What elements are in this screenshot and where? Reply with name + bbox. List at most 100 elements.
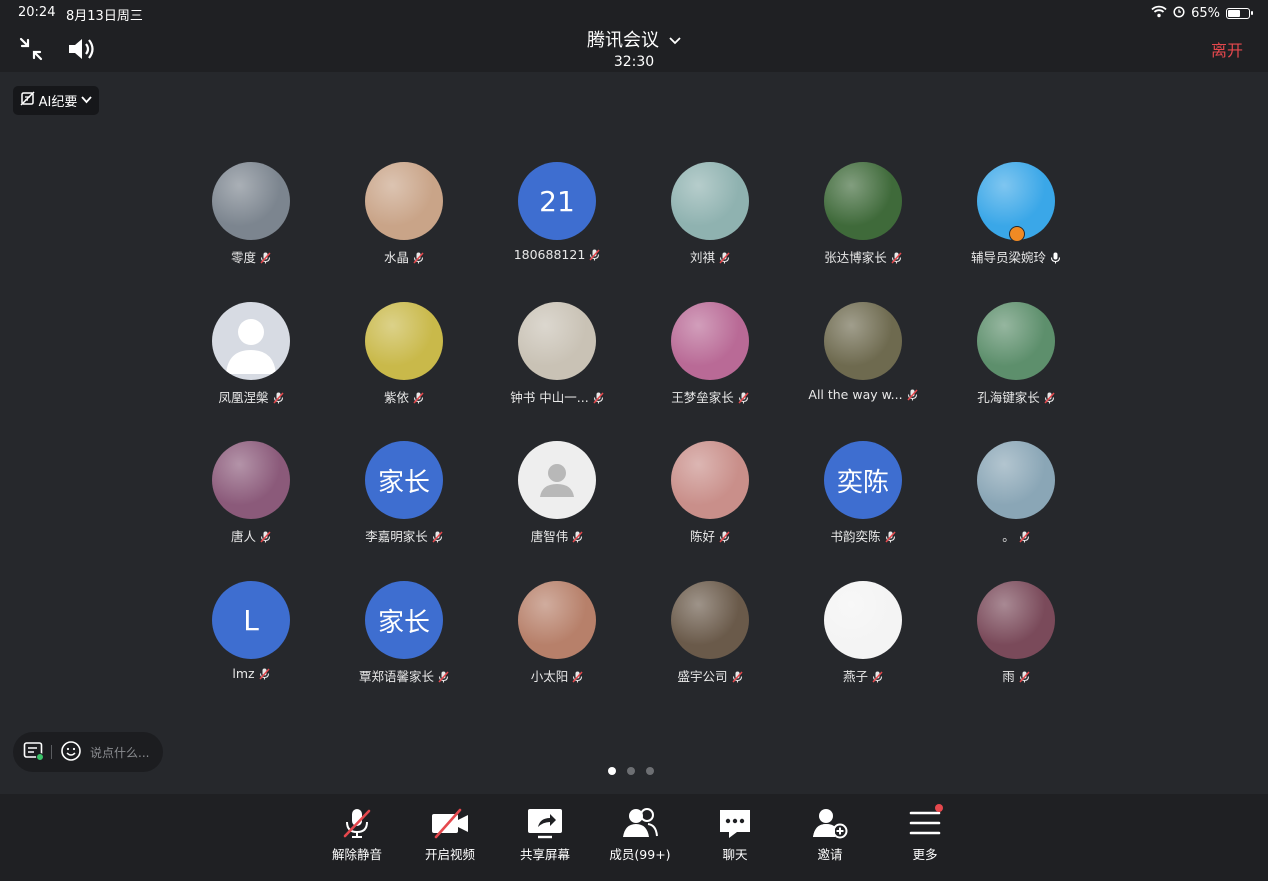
page-dot-3[interactable] [646, 767, 654, 775]
participant-name: 零度 [230, 250, 256, 265]
participant-name-row: 燕子 [788, 666, 938, 685]
mic-muted-icon [572, 531, 583, 543]
participant-tile[interactable]: 唐智伟 [482, 441, 632, 551]
mic-muted-icon [260, 252, 271, 264]
unmute-button[interactable]: 解除静音 [317, 806, 397, 876]
participant-name: 覃郑语馨家长 [358, 669, 434, 684]
avatar-initials: L [243, 603, 259, 637]
mic-muted-icon [731, 671, 743, 683]
battery-icon [1226, 8, 1253, 19]
participant-tile[interactable]: Llmz [176, 581, 326, 691]
participant-avatar [365, 302, 443, 380]
mic-muted-icon [438, 671, 449, 683]
participant-name-row: 。 [941, 526, 1091, 545]
participant-name: 陈好 [689, 529, 715, 544]
participant-name: 盛宇公司 [677, 669, 728, 684]
start-video-button[interactable]: 开启视频 [410, 806, 490, 876]
members-label: 成员(99+) [609, 847, 671, 862]
participant-tile[interactable]: 钟书 中山一... [482, 302, 632, 412]
participant-tile[interactable]: 辅导员梁婉玲 [941, 162, 1091, 272]
unmute-label: 解除静音 [331, 847, 382, 862]
participant-name: lmz [232, 666, 255, 681]
mic-muted-icon [413, 392, 424, 404]
participant-name-row: All the way w... [788, 387, 938, 402]
participant-avatar [518, 302, 596, 380]
participant-tile[interactable]: 紫依 [329, 302, 479, 412]
participant-tile[interactable]: All the way w... [788, 302, 938, 412]
meeting-title-dropdown[interactable]: 腾讯会议 [587, 26, 681, 52]
meeting-header: 腾讯会议 32:30 离开 [0, 26, 1268, 72]
participant-avatar [518, 441, 596, 519]
start-video-label: 开启视频 [424, 847, 475, 862]
participant-name: 水晶 [383, 250, 409, 265]
participant-name-row: lmz [176, 666, 326, 681]
members-icon [623, 808, 658, 837]
participant-name: 唐人 [230, 529, 256, 544]
mic-muted-icon [719, 252, 730, 264]
emoji-icon[interactable] [60, 740, 82, 765]
invite-button[interactable]: 邀请 [790, 806, 870, 876]
mic-muted-icon [272, 392, 284, 404]
participant-name-row: 零度 [176, 247, 326, 266]
participant-name: 凤凰涅槃 [218, 390, 269, 405]
page-dot-1[interactable] [608, 767, 616, 775]
leave-button[interactable]: 离开 [1211, 37, 1243, 61]
participant-avatar [518, 581, 596, 659]
battery-percent: 65% [1191, 6, 1220, 21]
chat-button[interactable]: 聊天 [695, 806, 775, 876]
participant-tile[interactable]: 雨 [941, 581, 1091, 691]
participant-tile[interactable]: 小太阳 [482, 581, 632, 691]
person-icon [540, 464, 574, 497]
mic-muted-icon [884, 531, 896, 543]
mic-muted-icon [593, 392, 604, 404]
mic-muted-icon [1044, 392, 1055, 404]
chevron-down-icon [81, 93, 93, 108]
participant-tile[interactable]: 家长覃郑语馨家长 [329, 581, 479, 691]
mic-muted-icon [872, 671, 883, 683]
participant-tile[interactable]: 零度 [176, 162, 326, 272]
mic-muted-icon [891, 252, 902, 264]
add-user-icon [813, 809, 848, 839]
participant-tile[interactable]: 张达博家长 [788, 162, 938, 272]
participant-name-row: 小太阳 [482, 666, 632, 685]
participant-name: 180688121 [513, 247, 586, 262]
participant-tile[interactable]: 奕陈 书韵奕陈 [788, 441, 938, 551]
participant-tile[interactable]: 陈好 [635, 441, 785, 551]
chat-input-bar[interactable]: 说点什么... [13, 732, 163, 772]
participant-tile[interactable]: 刘祺 [635, 162, 785, 272]
participant-tile[interactable]: 21 180688121 [482, 162, 632, 272]
meeting-title-block: 腾讯会议 32:30 [0, 26, 1268, 70]
mic-muted-icon [1019, 671, 1030, 683]
page-dot-2[interactable] [627, 767, 635, 775]
meeting-timer: 32:30 [613, 54, 655, 70]
more-label: 更多 [912, 847, 938, 862]
participant-name-row: 张达博家长 [788, 247, 938, 266]
ai-summary-button[interactable]: AI纪要 [13, 86, 99, 115]
participant-tile[interactable]: 水晶 [329, 162, 479, 272]
participant-tile[interactable]: 王梦垒家长 [635, 302, 785, 412]
participant-tile[interactable]: 盛宇公司 [635, 581, 785, 691]
participant-avatar [671, 302, 749, 380]
participant-name-row: 刘祺 [635, 247, 785, 266]
chat-bubble-icon [720, 810, 750, 838]
status-date: 8月13日周三 [66, 9, 143, 24]
participant-tile[interactable]: 孔海键家长 [941, 302, 1091, 412]
participant-tile[interactable]: 家长 李嘉明家长 [329, 441, 479, 551]
avatar-initials: 奕陈 [836, 467, 889, 498]
mic-muted-icon [589, 249, 600, 261]
share-screen-button[interactable]: 共享屏幕 [505, 806, 585, 876]
participant-tile[interactable]: 燕子 [788, 581, 938, 691]
participant-tile[interactable]: 凤凰涅槃 [176, 302, 326, 412]
participant-tile[interactable]: 唐人 [176, 441, 326, 551]
participant-tile[interactable]: 。 [941, 441, 1091, 551]
mic-muted-icon [259, 668, 270, 680]
mic-muted-icon [432, 531, 443, 543]
participant-name: 孔海键家长 [977, 390, 1040, 405]
avatar-initials: 家长 [377, 607, 430, 638]
members-button[interactable]: 成员(99+) [600, 806, 680, 876]
more-button[interactable]: 更多 [885, 804, 965, 876]
barrage-icon[interactable] [23, 741, 45, 764]
participant-avatar: 21 [518, 162, 596, 240]
mic-muted-icon [260, 531, 271, 543]
chat-input-placeholder[interactable]: 说点什么... [90, 744, 149, 761]
